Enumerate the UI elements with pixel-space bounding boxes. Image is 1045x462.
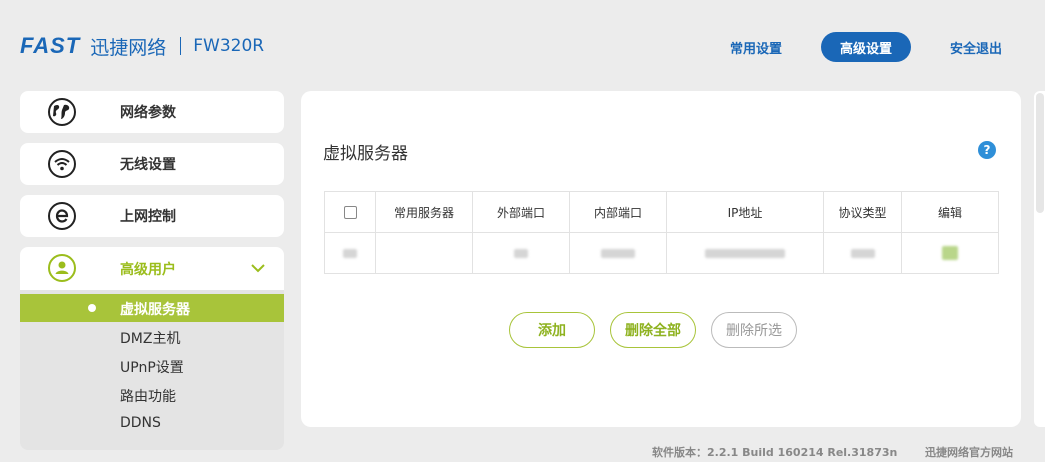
wifi-icon (48, 150, 76, 178)
submenu-ddns[interactable]: DDNS (20, 410, 284, 438)
brand-logo: FAST 迅捷网络 FW320R (20, 33, 265, 59)
sidebar-item-label: 网络参数 (120, 105, 176, 121)
submenu-upnp[interactable]: UPnP设置 (20, 352, 284, 380)
table-row (324, 232, 999, 274)
column-header: 协议类型 (823, 191, 902, 233)
sidebar-item-label: 高级用户 (120, 261, 176, 278)
logo-brand: FAST (20, 33, 81, 58)
nav-advanced-settings[interactable]: 高级设置 (821, 32, 911, 62)
column-header: 内部端口 (569, 191, 667, 233)
sidebar-item-network[interactable]: 网络参数 (20, 91, 284, 133)
add-button[interactable]: 添加 (509, 312, 595, 348)
submenu-label: 路由功能 (120, 389, 176, 405)
column-header: IP地址 (666, 191, 824, 233)
submenu-label: DMZ主机 (120, 331, 181, 347)
logo-divider (180, 37, 182, 55)
row-select-cell[interactable] (324, 232, 376, 274)
table-header-row: 常用服务器 外部端口 内部端口 IP地址 协议类型 编辑 (324, 191, 999, 233)
scrollbar[interactable] (1034, 91, 1045, 427)
select-all-cell (324, 191, 376, 233)
blurred-checkbox (343, 249, 357, 258)
table-cell (823, 232, 902, 274)
column-header: 常用服务器 (375, 191, 473, 233)
globe-icon (48, 98, 76, 126)
edit-icon[interactable] (942, 246, 958, 261)
delete-all-button[interactable]: 删除全部 (610, 312, 696, 348)
submenu-label: 虚拟服务器 (120, 302, 190, 318)
blurred-value (850, 249, 875, 258)
user-icon (48, 254, 76, 282)
submenu-virtual-server[interactable]: 虚拟服务器 (20, 294, 284, 322)
table-cell (375, 232, 473, 274)
submenu-label: DDNS (120, 415, 161, 431)
help-icon[interactable]: ? (978, 141, 996, 159)
nav-logout[interactable]: 安全退出 (934, 32, 1018, 62)
submenu-dmz-host[interactable]: DMZ主机 (20, 323, 284, 351)
active-dot-icon (88, 304, 96, 312)
nav-common-settings[interactable]: 常用设置 (714, 32, 798, 62)
sidebar-item-internet-control[interactable]: 上网控制 (20, 195, 284, 237)
official-site-link[interactable]: 迅捷网络官方网站 (925, 444, 1013, 460)
page-title: 虚拟服务器 (323, 144, 408, 164)
blurred-value (705, 249, 785, 258)
table-cell (569, 232, 667, 274)
sidebar-item-advanced-user[interactable]: 高级用户 (20, 247, 284, 290)
column-header: 外部端口 (472, 191, 570, 233)
blurred-value (601, 249, 635, 258)
main-panel: 虚拟服务器 ? 常用服务器 外部端口 内部端口 IP地址 协议类型 编辑 添加 … (301, 91, 1021, 427)
advanced-user-submenu: 虚拟服务器 DMZ主机 UPnP设置 路由功能 DDNS (20, 290, 284, 450)
table-cell (666, 232, 824, 274)
scrollbar-thumb[interactable] (1036, 93, 1044, 213)
sidebar-item-label: 无线设置 (120, 157, 176, 173)
blurred-value (514, 249, 528, 258)
logo-chinese-name: 迅捷网络 (90, 36, 167, 59)
table-cell (472, 232, 570, 274)
sidebar-item-wireless[interactable]: 无线设置 (20, 143, 284, 185)
device-model: FW320R (193, 36, 265, 56)
submenu-routing[interactable]: 路由功能 (20, 381, 284, 409)
chevron-down-icon[interactable] (250, 260, 266, 276)
submenu-label: UPnP设置 (120, 360, 184, 376)
virtual-server-table: 常用服务器 外部端口 内部端口 IP地址 协议类型 编辑 (324, 191, 999, 274)
select-all-checkbox[interactable] (343, 206, 357, 219)
delete-selected-button[interactable]: 删除所选 (711, 312, 797, 348)
sidebar-item-label: 上网控制 (120, 209, 176, 225)
edit-cell[interactable] (901, 232, 999, 274)
internet-e-icon (48, 202, 76, 230)
firmware-version: 软件版本：2.2.1 Build 160214 Rel.31873n (652, 446, 898, 459)
column-header: 编辑 (901, 191, 999, 233)
